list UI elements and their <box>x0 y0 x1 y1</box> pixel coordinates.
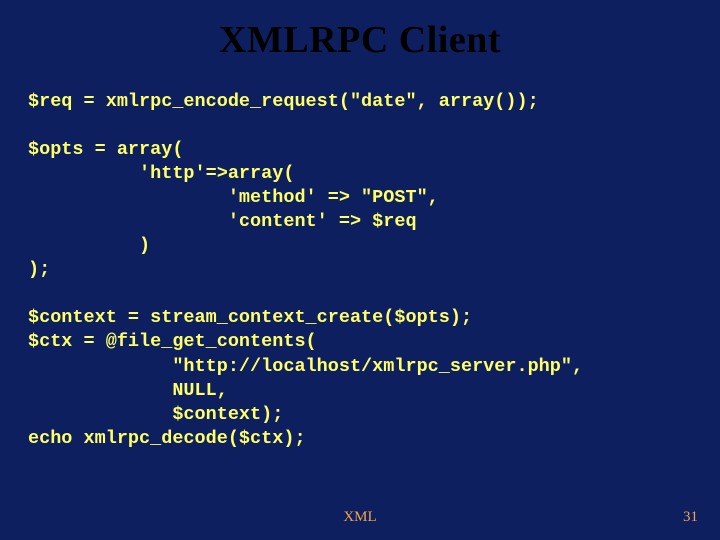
page-number: 31 <box>683 509 698 526</box>
slide: XMLRPC Client $req = xmlrpc_encode_reque… <box>0 0 720 540</box>
code-block: $req = xmlrpc_encode_request("date", arr… <box>28 90 692 451</box>
footer-label: XML <box>0 509 720 526</box>
slide-title: XMLRPC Client <box>28 18 692 62</box>
